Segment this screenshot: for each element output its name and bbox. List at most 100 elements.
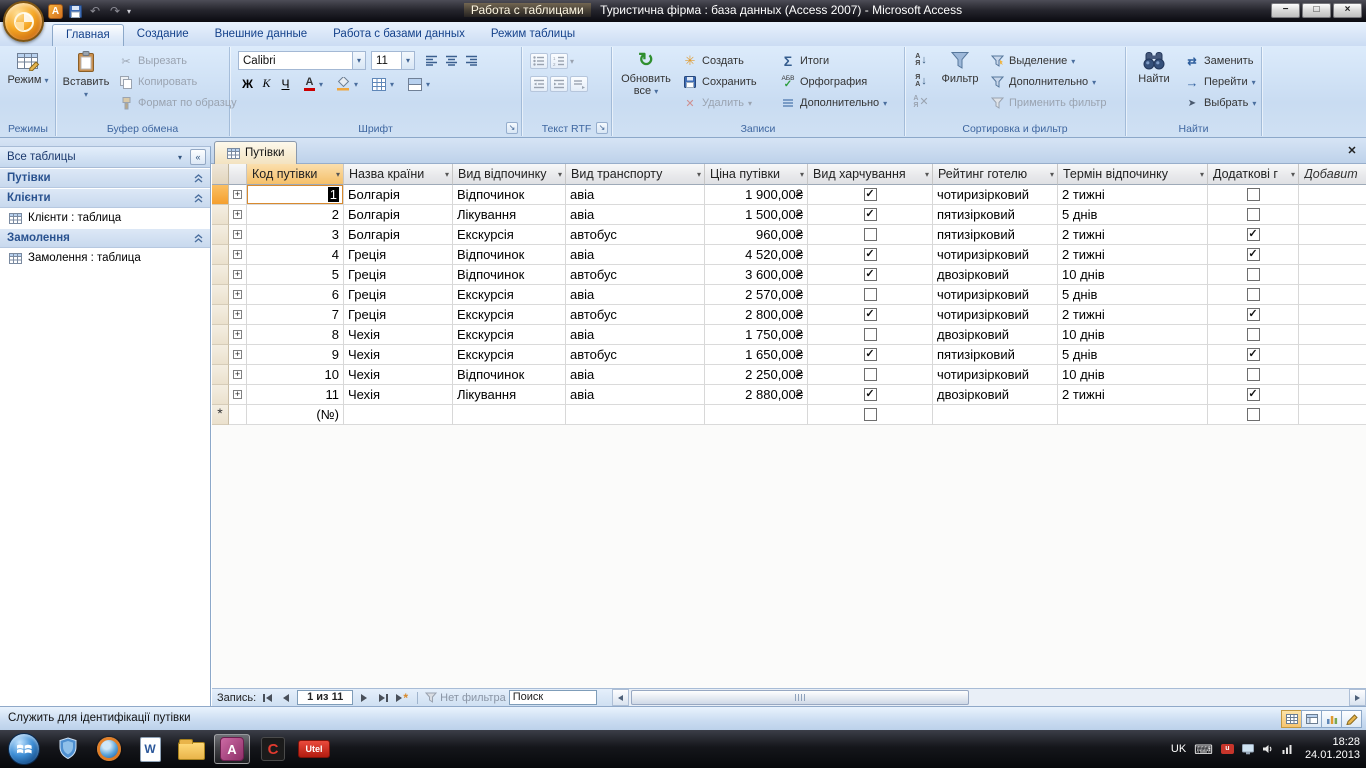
utel-taskbar-icon[interactable]: Utel	[296, 734, 332, 764]
cell[interactable]: Лікування	[453, 385, 566, 405]
column-header-2[interactable]: Назва країни ▾	[344, 164, 453, 185]
cell[interactable]: Болгарія	[344, 225, 453, 245]
cell[interactable]: 10 днів	[1058, 265, 1208, 285]
scroll-left-button[interactable]	[612, 689, 629, 706]
cell[interactable]: 2 тижні	[1058, 245, 1208, 265]
nav-item[interactable]: Замолення : таблица	[0, 248, 210, 268]
cell[interactable]	[808, 405, 933, 425]
cell[interactable]: авіа	[566, 245, 705, 265]
cell[interactable]: авіа	[566, 185, 705, 205]
column-header-7[interactable]: Рейтинг готелю ▾	[933, 164, 1058, 185]
checkbox[interactable]	[863, 228, 877, 241]
cell[interactable]: 11	[247, 385, 344, 405]
cell[interactable]: пятизірковий	[933, 205, 1058, 225]
checkbox[interactable]	[863, 288, 877, 301]
more-records-button[interactable]: Дополнительно ▾	[780, 93, 887, 113]
cell[interactable]: Екскурсія	[453, 225, 566, 245]
cell[interactable]: 2 570,00₴	[705, 285, 808, 305]
cell[interactable]	[1208, 185, 1299, 205]
row-selector[interactable]	[212, 205, 229, 225]
checkbox[interactable]: ✓	[863, 308, 877, 321]
checkbox[interactable]	[1246, 188, 1260, 201]
cell[interactable]: двозірковий	[933, 325, 1058, 345]
close-button[interactable]: ×	[1333, 3, 1362, 18]
cell[interactable]: автобус	[566, 265, 705, 285]
display-tray-icon[interactable]	[1241, 743, 1254, 755]
cell[interactable]	[705, 405, 808, 425]
cell[interactable]: Чехія	[344, 365, 453, 385]
cell[interactable]: 4	[247, 245, 344, 265]
cell[interactable]: чотиризірковий	[933, 245, 1058, 265]
font-name-combo[interactable]: Calibri ▾	[238, 51, 366, 70]
cell[interactable]: 1 650,00₴	[705, 345, 808, 365]
expand-icon[interactable]: +	[233, 250, 242, 259]
column-header-5[interactable]: Ціна путівки ▾	[705, 164, 808, 185]
font-size-dropdown-icon[interactable]: ▾	[401, 52, 414, 69]
cell[interactable]: автобус	[566, 345, 705, 365]
save-record-button[interactable]: Сохранить	[682, 72, 757, 92]
cell[interactable]	[1208, 405, 1299, 425]
cell[interactable]: ✓	[808, 245, 933, 265]
find-button[interactable]: Найти	[1130, 50, 1178, 85]
column-dropdown-icon[interactable]: ▾	[925, 170, 929, 179]
cell[interactable]: 10 днів	[1058, 325, 1208, 345]
tab-database-tools[interactable]: Работа с базами данных	[320, 24, 478, 46]
word-taskbar-icon[interactable]: W	[132, 734, 168, 764]
new-record-button[interactable]: ✳ Создать	[682, 51, 744, 71]
row-selector[interactable]	[212, 185, 229, 205]
folder-taskbar-icon[interactable]	[173, 734, 209, 764]
cell[interactable]: Греція	[344, 265, 453, 285]
cell[interactable]: Греція	[344, 245, 453, 265]
paste-button[interactable]: Вставить ▾	[60, 50, 112, 101]
checkbox[interactable]: ✓	[863, 248, 877, 261]
cell[interactable]: 1	[247, 185, 344, 205]
cell[interactable]: пятизірковий	[933, 225, 1058, 245]
tab-create[interactable]: Создание	[124, 24, 202, 46]
cell[interactable]	[1208, 285, 1299, 305]
column-header-1[interactable]: Код путівки ▾	[247, 164, 344, 185]
align-right-button[interactable]	[462, 51, 481, 70]
font-color-button[interactable]: А ▾	[304, 74, 323, 94]
checkbox[interactable]: ✓	[863, 268, 877, 281]
cell[interactable]: 3	[247, 225, 344, 245]
nav-group-header-3[interactable]: Замолення	[0, 228, 210, 248]
checkbox[interactable]	[863, 408, 877, 421]
maximize-button[interactable]: □	[1302, 3, 1331, 18]
cell[interactable]: 7	[247, 305, 344, 325]
cell[interactable]	[808, 365, 933, 385]
qat-dropdown-icon[interactable]: ▾	[127, 7, 131, 16]
cell[interactable]: ✓	[1208, 225, 1299, 245]
cell[interactable]: ✓	[808, 385, 933, 405]
cell[interactable]: Екскурсія	[453, 325, 566, 345]
cell[interactable]: авіа	[566, 385, 705, 405]
row-selector[interactable]	[212, 385, 229, 405]
redo-icon[interactable]: ↷	[107, 3, 123, 19]
access-taskbar-icon[interactable]: A	[214, 734, 250, 764]
cell[interactable]: 8	[247, 325, 344, 345]
column-dropdown-icon[interactable]: ▾	[558, 170, 562, 179]
spelling-button[interactable]: АБВ ✓ Орфография	[780, 72, 868, 92]
undo-icon[interactable]: ↶	[87, 3, 103, 19]
cell[interactable]: 2 250,00₴	[705, 365, 808, 385]
nav-item[interactable]: Клієнти : таблица	[0, 208, 210, 228]
row-selector[interactable]	[212, 225, 229, 245]
collapse-group-icon[interactable]	[193, 233, 204, 243]
expand-icon[interactable]: +	[233, 190, 242, 199]
cell[interactable]	[344, 405, 453, 425]
cell[interactable]	[566, 405, 705, 425]
view-datasheet-button[interactable]	[1281, 710, 1302, 728]
cell[interactable]: 960,00₴	[705, 225, 808, 245]
cell[interactable]: 2	[247, 205, 344, 225]
column-dropdown-icon[interactable]: ▾	[800, 170, 804, 179]
cell[interactable]	[1208, 365, 1299, 385]
cell[interactable]: авіа	[566, 325, 705, 345]
close-document-icon[interactable]: ✕	[1345, 144, 1359, 158]
cell[interactable]: Екскурсія	[453, 285, 566, 305]
cell[interactable]: 9	[247, 345, 344, 365]
scrollbar-thumb[interactable]	[631, 690, 969, 705]
cell[interactable]: 10 днів	[1058, 365, 1208, 385]
cell[interactable]: ✓	[808, 305, 933, 325]
volume-icon[interactable]	[1262, 744, 1274, 754]
cell[interactable]: (№)	[247, 405, 344, 425]
c-app-taskbar-icon[interactable]: C	[255, 734, 291, 764]
